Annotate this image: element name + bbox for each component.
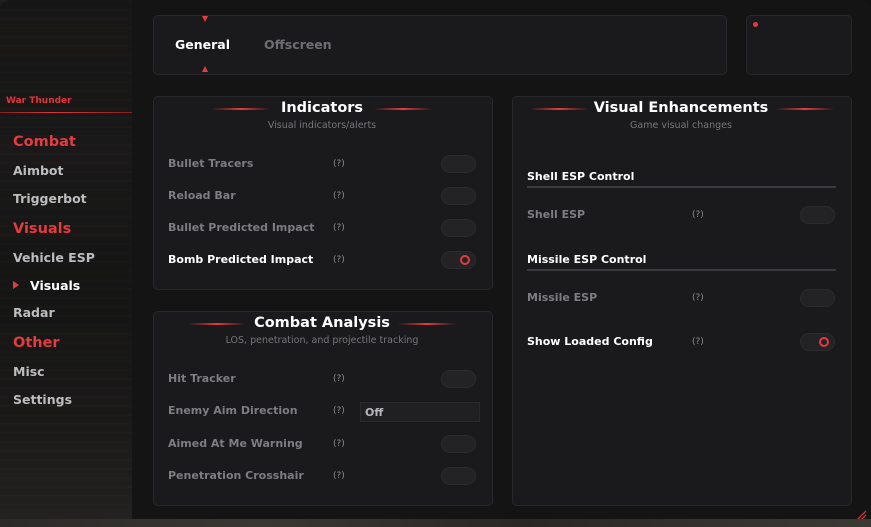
help-icon[interactable]: (?) bbox=[692, 210, 704, 220]
indicators-title: Indicators bbox=[280, 100, 364, 116]
tab-indicator-bottom-icon bbox=[202, 66, 208, 72]
option-label: Bullet Predicted Impact bbox=[168, 221, 315, 234]
enemy-aim-direction-select[interactable]: Off bbox=[360, 402, 480, 422]
help-icon[interactable]: (?) bbox=[333, 471, 345, 481]
option-label: Reload Bar bbox=[168, 189, 236, 202]
combat-analysis-subtitle: LOS, penetration, and projectile trackin… bbox=[225, 335, 419, 346]
sidebar: War Thunder Combat Aimbot Triggerbot Vis… bbox=[0, 0, 132, 527]
toggle-reload-bar[interactable] bbox=[441, 187, 476, 205]
sidebar-item-misc[interactable]: Misc bbox=[13, 364, 45, 379]
group-divider bbox=[527, 269, 836, 271]
sidebar-item-radar[interactable]: Radar bbox=[13, 305, 55, 320]
nav-category-visuals: Visuals bbox=[13, 221, 72, 237]
toggle-hit-tracker[interactable] bbox=[441, 370, 476, 388]
combat-analysis-title: Combat Analysis bbox=[254, 315, 390, 331]
visual-enhancements-subtitle: Game visual changes bbox=[630, 120, 732, 131]
help-icon[interactable]: (?) bbox=[333, 223, 345, 233]
tab-general[interactable]: General bbox=[175, 37, 230, 52]
toggle-show-loaded-config[interactable] bbox=[800, 333, 835, 351]
sidebar-item-visuals[interactable]: Visuals bbox=[30, 278, 80, 293]
toggle-on-icon bbox=[819, 337, 829, 347]
option-label: Hit Tracker bbox=[168, 372, 236, 385]
group-heading: Shell ESP Control bbox=[527, 170, 635, 183]
title-decor-right bbox=[776, 108, 834, 110]
sidebar-item-triggerbot[interactable]: Triggerbot bbox=[13, 191, 87, 206]
app-window: War Thunder Combat Aimbot Triggerbot Vis… bbox=[0, 0, 871, 527]
status-dot-icon bbox=[753, 22, 758, 27]
toggle-shell-esp[interactable] bbox=[800, 206, 835, 224]
toggle-bullet-tracers[interactable] bbox=[441, 155, 476, 173]
sidebar-item-aimbot[interactable]: Aimbot bbox=[13, 163, 64, 178]
toggle-bullet-predicted-impact[interactable] bbox=[441, 219, 476, 237]
toggle-bomb-predicted-impact[interactable] bbox=[441, 251, 476, 269]
help-icon[interactable]: (?) bbox=[333, 406, 345, 416]
title-decor-right bbox=[374, 108, 432, 110]
option-label: Bullet Tracers bbox=[168, 157, 254, 170]
title-decor-right bbox=[398, 323, 456, 325]
select-value: Off bbox=[365, 406, 384, 419]
indicators-subtitle: Visual indicators/alerts bbox=[267, 120, 377, 131]
option-label: Aimed At Me Warning bbox=[168, 437, 303, 450]
help-icon[interactable]: (?) bbox=[692, 293, 704, 303]
help-icon[interactable]: (?) bbox=[692, 337, 704, 347]
sidebar-item-vehicle-esp[interactable]: Vehicle ESP bbox=[13, 250, 95, 265]
help-icon[interactable]: (?) bbox=[333, 191, 345, 201]
app-title: War Thunder bbox=[6, 96, 72, 106]
option-label: Missile ESP bbox=[527, 291, 598, 304]
option-label: Show Loaded Config bbox=[527, 335, 653, 348]
toggle-missile-esp[interactable] bbox=[800, 289, 835, 307]
status-panel bbox=[746, 15, 852, 75]
help-icon[interactable]: (?) bbox=[333, 374, 345, 384]
tab-offscreen[interactable]: Offscreen bbox=[264, 37, 332, 52]
visual-enhancements-title: Visual Enhancements bbox=[593, 100, 769, 116]
nav-category-other: Other bbox=[13, 335, 60, 351]
toggle-penetration-crosshair[interactable] bbox=[441, 467, 476, 485]
sidebar-item-settings[interactable]: Settings bbox=[13, 392, 72, 407]
group-heading: Missile ESP Control bbox=[527, 253, 647, 266]
help-icon[interactable]: (?) bbox=[333, 159, 345, 169]
option-label: Penetration Crosshair bbox=[168, 469, 304, 482]
nav-category-combat: Combat bbox=[13, 134, 76, 150]
help-icon[interactable]: (?) bbox=[333, 255, 345, 265]
option-label: Bomb Predicted Impact bbox=[168, 253, 314, 266]
tabs-panel bbox=[153, 15, 727, 75]
title-decor-left bbox=[530, 108, 588, 110]
option-label: Shell ESP bbox=[527, 208, 586, 221]
group-divider bbox=[527, 186, 836, 188]
toggle-on-icon bbox=[460, 255, 470, 265]
background-strip bbox=[0, 519, 871, 527]
title-decor-left bbox=[188, 323, 246, 325]
brand-divider bbox=[0, 112, 132, 113]
toggle-aimed-at-me-warning[interactable] bbox=[441, 435, 476, 453]
title-decor-left bbox=[212, 108, 270, 110]
tab-indicator-top-icon bbox=[202, 16, 208, 22]
help-icon[interactable]: (?) bbox=[333, 439, 345, 449]
option-label: Enemy Aim Direction bbox=[168, 404, 298, 417]
active-arrow-icon bbox=[13, 281, 19, 289]
